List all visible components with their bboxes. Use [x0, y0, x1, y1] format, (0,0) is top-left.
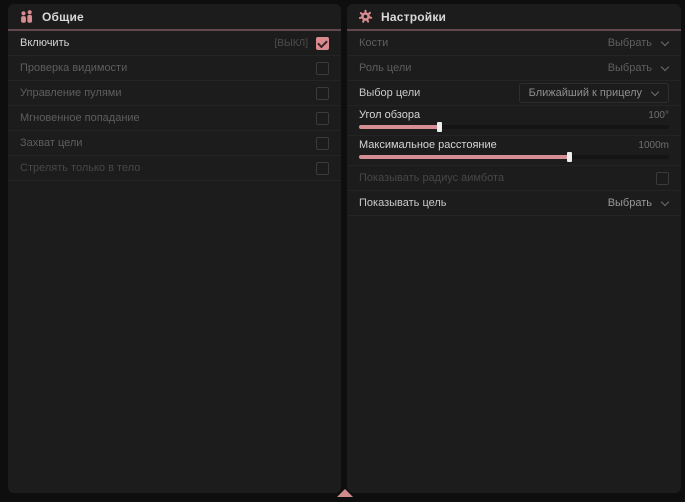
- row-show-aimbot-radius: Показывать радиус аимбота: [347, 166, 681, 191]
- show-target-dropdown[interactable]: Выбрать: [608, 197, 669, 209]
- instant-hit-label: Мгновенное попадание: [20, 112, 140, 124]
- settings-panel: Настройки Кости Выбрать Роль цели Выбрат…: [347, 4, 681, 493]
- chevron-down-icon: [661, 199, 669, 207]
- body-only-label: Стрелять только в тело: [20, 162, 140, 174]
- row-instant-hit: Мгновенное попадание: [8, 106, 341, 131]
- instant-hit-checkbox[interactable]: [316, 112, 329, 125]
- max-distance-slider[interactable]: [359, 155, 669, 159]
- row-body-only: Стрелять только в тело: [8, 156, 341, 181]
- row-enable: Включить [ВЫКЛ]: [8, 31, 341, 56]
- bones-dropdown[interactable]: Выбрать: [608, 37, 669, 49]
- fov-slider-handle[interactable]: [437, 122, 442, 132]
- chevron-down-icon: [661, 64, 669, 72]
- row-bones: Кости Выбрать: [347, 31, 681, 56]
- row-target-role: Роль цели Выбрать: [347, 56, 681, 81]
- max-distance-slider-handle[interactable]: [567, 152, 572, 162]
- max-distance-value: 1000m: [638, 140, 669, 151]
- bullet-control-checkbox[interactable]: [316, 87, 329, 100]
- settings-panel-title: Настройки: [381, 10, 446, 24]
- target-role-label: Роль цели: [359, 62, 411, 74]
- check-icon: [317, 37, 328, 48]
- general-panel-title: Общие: [42, 10, 84, 24]
- max-distance-label: Максимальное расстояние: [359, 139, 497, 151]
- body-only-checkbox[interactable]: [316, 162, 329, 175]
- visibility-check-label: Проверка видимости: [20, 62, 127, 74]
- scroll-up-indicator-icon[interactable]: [337, 489, 353, 497]
- target-selection-dropdown-value: Ближайший к прицелу: [529, 87, 642, 99]
- max-distance-slider-fill: [359, 155, 570, 159]
- row-bullet-control: Управление пулями: [8, 81, 341, 106]
- general-panel: Общие Включить [ВЫКЛ] Проверка видимости…: [8, 4, 341, 493]
- target-role-dropdown[interactable]: Выбрать: [608, 62, 669, 74]
- fov-label: Угол обзора: [359, 109, 420, 121]
- show-target-dropdown-value: Выбрать: [608, 197, 652, 209]
- show-aimbot-radius-label: Показывать радиус аимбота: [359, 172, 504, 184]
- target-lock-checkbox[interactable]: [316, 137, 329, 150]
- show-aimbot-radius-checkbox[interactable]: [656, 172, 669, 185]
- settings-panel-header: Настройки: [347, 4, 681, 31]
- enable-hotkey-badge: [ВЫКЛ]: [275, 38, 308, 49]
- general-panel-header: Общие: [8, 4, 341, 31]
- bones-label: Кости: [359, 37, 388, 49]
- bullet-control-label: Управление пулями: [20, 87, 122, 99]
- target-selection-label: Выбор цели: [359, 87, 420, 99]
- target-role-dropdown-value: Выбрать: [608, 62, 652, 74]
- enable-checkbox[interactable]: [316, 37, 329, 50]
- chevron-down-icon: [651, 89, 659, 97]
- row-target-selection: Выбор цели Ближайший к прицелу: [347, 81, 681, 106]
- visibility-check-checkbox[interactable]: [316, 62, 329, 75]
- gear-icon: [358, 9, 373, 24]
- enable-label: Включить: [20, 37, 69, 49]
- row-max-distance: Максимальное расстояние 1000m: [347, 136, 681, 166]
- chevron-down-icon: [661, 39, 669, 47]
- fov-slider-fill: [359, 125, 440, 129]
- target-selection-dropdown[interactable]: Ближайший к прицелу: [519, 83, 669, 103]
- fov-slider[interactable]: [359, 125, 669, 129]
- row-fov: Угол обзора 100°: [347, 106, 681, 136]
- bones-dropdown-value: Выбрать: [608, 37, 652, 49]
- target-lock-label: Захват цели: [20, 137, 82, 149]
- row-target-lock: Захват цели: [8, 131, 341, 156]
- users-icon: [19, 9, 34, 24]
- row-visibility-check: Проверка видимости: [8, 56, 341, 81]
- show-target-label: Показывать цель: [359, 197, 447, 209]
- fov-value: 100°: [648, 110, 669, 121]
- row-show-target: Показывать цель Выбрать: [347, 191, 681, 216]
